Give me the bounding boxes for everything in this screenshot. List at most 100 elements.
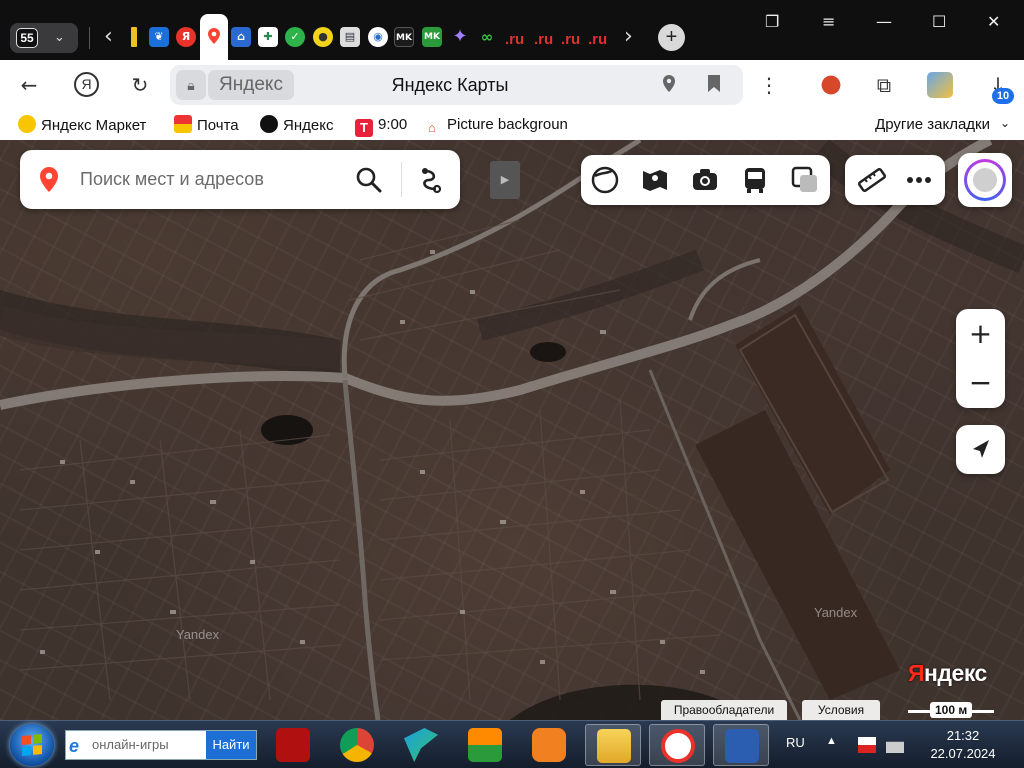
zoom-controls: + −: [956, 309, 1005, 408]
taskbar-chrome[interactable]: [329, 724, 385, 766]
language-indicator[interactable]: RU: [786, 735, 805, 750]
taskbar-word[interactable]: [713, 724, 769, 766]
bookmark-yandex[interactable]: Яндекс: [260, 115, 333, 135]
zoom-out-button[interactable]: −: [956, 358, 1005, 407]
bookmark-picture-background[interactable]: ⌂ Picture backgroun: [428, 115, 586, 135]
folder-icon: [597, 729, 631, 763]
tab-ru-1[interactable]: .ru: [505, 31, 524, 48]
bus-icon[interactable]: [740, 165, 770, 195]
tab-maps-active[interactable]: [200, 14, 228, 60]
yandex-market-icon: [18, 115, 36, 133]
network-icon[interactable]: [886, 741, 904, 753]
extensions-icon[interactable]: ⧉: [871, 72, 897, 98]
bookmark-label: Picture backgroun: [447, 116, 568, 133]
windows-logo-icon: [22, 733, 42, 757]
new-tab-button[interactable]: +: [658, 24, 685, 51]
tab-ru-3[interactable]: .ru: [561, 31, 580, 48]
search-icon[interactable]: [354, 165, 384, 195]
scroll-tabs-right-icon[interactable]: ›: [624, 24, 633, 49]
yandex-icon: [260, 115, 278, 133]
yandex-home-icon[interactable]: Я: [74, 72, 99, 97]
lock-icon[interactable]: 🔒︎: [176, 70, 206, 100]
map-tools-panel: [845, 155, 945, 205]
tab-home-icon[interactable]: ⌂: [231, 27, 251, 47]
other-bookmarks[interactable]: Другие закладки: [875, 115, 990, 135]
taskbar-avast[interactable]: [457, 724, 513, 766]
user-avatar-button[interactable]: [958, 153, 1012, 207]
more-options-icon[interactable]: [904, 165, 934, 195]
taskbar-search-input[interactable]: онлайн-игры: [92, 731, 169, 759]
location-pin-icon[interactable]: [661, 73, 677, 95]
tab-pinned-yellow[interactable]: [131, 27, 137, 47]
tab-ru-4[interactable]: .ru: [588, 31, 607, 48]
tab-coin-icon[interactable]: ●: [313, 27, 333, 47]
search-input[interactable]: Поиск мест и адресов: [80, 150, 264, 209]
bookmark-label: Яндекс Маркет: [41, 117, 147, 134]
layers-icon[interactable]: [790, 165, 820, 195]
my-location-button[interactable]: [956, 425, 1005, 474]
collapse-panel-button[interactable]: ▶: [490, 161, 520, 199]
tab-infinity-icon[interactable]: ∞: [477, 27, 497, 47]
reload-icon[interactable]: ↻: [127, 72, 153, 98]
show-hidden-icons[interactable]: ▲: [826, 735, 837, 747]
tab-mk-icon[interactable]: MK: [394, 27, 414, 47]
bookmarks-bar: Яндекс Маркет Почта Яндекс T 9:00 ⌂ Pictur…: [0, 110, 1024, 140]
back-icon[interactable]: ←: [16, 72, 42, 98]
close-icon[interactable]: ✕: [987, 12, 1000, 31]
action-center-flag-icon[interactable]: [858, 737, 876, 753]
tab-check-icon[interactable]: ✓: [285, 27, 305, 47]
tab-document-icon[interactable]: ▤: [340, 27, 360, 47]
extension-mascot-icon[interactable]: [818, 72, 844, 98]
start-button[interactable]: [10, 724, 54, 766]
copyright-holders-link[interactable]: Правообладатели: [661, 700, 787, 720]
tab-count-button[interactable]: 55 ⌄: [10, 23, 78, 53]
tab-ru-2[interactable]: .ru: [534, 31, 553, 48]
scroll-tabs-left-icon[interactable]: ‹: [104, 24, 113, 49]
map-pin-icon: [208, 28, 220, 44]
tab-count: 55: [16, 28, 38, 48]
taskbar-pdf-master[interactable]: [265, 724, 321, 766]
taskbar-media-player[interactable]: [521, 724, 577, 766]
bookmark-mail[interactable]: Почта: [174, 115, 239, 135]
address-bar[interactable]: 🔒︎ Яндекс Яндекс Карты: [170, 65, 743, 105]
menu-icon[interactable]: ≡: [822, 12, 835, 31]
tab-location-icon[interactable]: ◉: [368, 27, 388, 47]
zoom-in-button[interactable]: +: [956, 309, 1005, 358]
more-icon[interactable]: ⋮: [756, 72, 782, 98]
taskbar-yandex-browser[interactable]: [649, 724, 705, 766]
clock-date: 22.07.2024: [930, 746, 996, 761]
bookmark-label: Почта: [197, 117, 239, 134]
site-label[interactable]: Яндекс: [208, 70, 294, 100]
terms-link[interactable]: Условия: [802, 700, 880, 720]
camera-icon[interactable]: [690, 165, 720, 195]
maximize-icon[interactable]: ☐: [932, 12, 946, 31]
taskbar-search-button[interactable]: Найти: [206, 731, 256, 759]
system-clock[interactable]: 21:32 22.07.2024: [923, 727, 1003, 763]
ruler-icon[interactable]: [857, 165, 887, 195]
map-scale: 100 м: [908, 702, 994, 720]
tab-yandex-icon[interactable]: Я: [176, 27, 196, 47]
panorama-icon[interactable]: [640, 165, 670, 195]
taskbar-file-explorer[interactable]: [585, 724, 641, 766]
chevron-down-icon[interactable]: ⌄: [1000, 116, 1010, 130]
scale-label: 100 м: [930, 702, 973, 718]
bookmark-yandex-market[interactable]: Яндекс Маркет: [18, 115, 146, 135]
extension-picture-icon[interactable]: [927, 72, 953, 98]
satellite-map[interactable]: Yandex Yandex: [0, 140, 1024, 720]
bookmark-t-time[interactable]: T 9:00: [355, 115, 408, 137]
minimize-icon[interactable]: —: [876, 12, 892, 31]
bookmark-label: 9:00: [378, 116, 408, 133]
yandex-logo[interactable]: Яндекс: [908, 660, 987, 687]
bookmark-icon[interactable]: [706, 73, 722, 95]
collections-icon[interactable]: ❐: [765, 12, 779, 31]
downloads-badge: 10: [992, 88, 1014, 104]
taskbar-hummingbird[interactable]: [393, 724, 449, 766]
route-icon[interactable]: [416, 165, 446, 195]
navigation-arrow-icon: [973, 440, 989, 458]
tab-plus-icon[interactable]: ✚: [258, 27, 278, 47]
tab-strip: 55 ⌄ ‹ ❦ Я ⌂ ✚ ✓ ● ▤ ◉ MK MK ✦ ∞ .ru .ru…: [0, 0, 1024, 60]
map-layer-icon[interactable]: [590, 165, 620, 195]
tab-mk-green-icon[interactable]: MK: [422, 27, 442, 47]
tab-gosuslugi-icon[interactable]: ❦: [149, 27, 169, 47]
tab-sparkle-icon[interactable]: ✦: [450, 27, 470, 47]
